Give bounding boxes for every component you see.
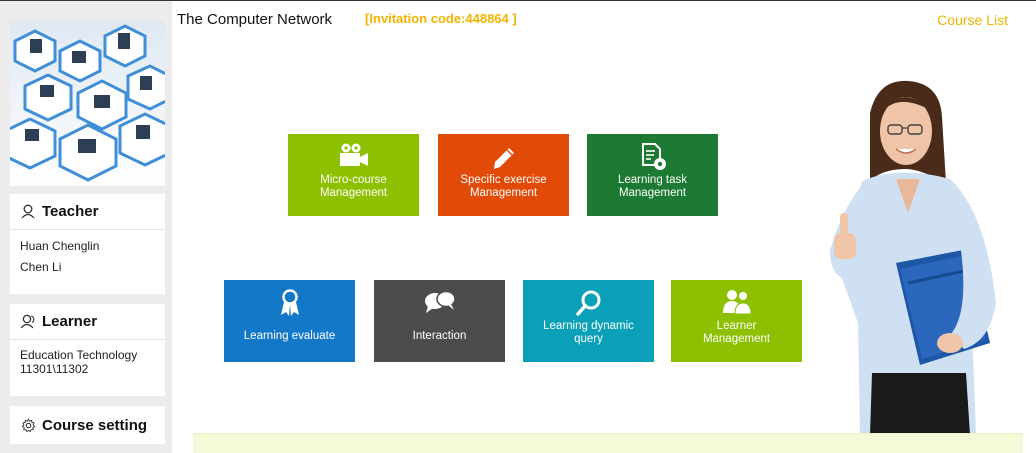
learning-task-management-tile[interactable]: Learning task Management <box>587 134 718 216</box>
tile-label: Management <box>469 187 538 199</box>
tile-label: Learning dynamic <box>543 320 634 332</box>
learner-class-codes: 11301\11302 <box>20 362 89 376</box>
learning-dynamic-query-tile[interactable]: Learning dynamic query <box>523 280 654 362</box>
tile-label: Specific exercise <box>460 174 547 186</box>
ribbon-icon <box>279 286 301 320</box>
invitation-code: [Invitation code:448864 ] <box>365 11 517 26</box>
learner-class: Education Technology <box>20 348 138 362</box>
video-camera-icon <box>337 140 371 174</box>
learner-management-tile[interactable]: Learner Management <box>671 280 802 362</box>
tile-label: Learner <box>716 320 757 332</box>
learner-panel-header: Learner <box>10 304 165 340</box>
teacher-title: Teacher <box>42 203 99 220</box>
learner-title: Learner <box>42 313 98 330</box>
teacher-name: Huan Chenglin <box>20 239 100 253</box>
chat-bubbles-icon <box>422 286 458 320</box>
person-icon <box>20 204 36 220</box>
sidebar: Teacher Huan Chenglin Chen Li Learner Ed… <box>0 1 172 453</box>
tile-label: Learning task <box>617 174 688 186</box>
magnifier-icon <box>574 286 604 320</box>
course-setting-button[interactable]: Course setting <box>10 406 165 444</box>
tile-label: Micro-course <box>320 174 387 186</box>
interaction-tile[interactable]: Interaction <box>374 280 505 362</box>
document-icon <box>637 140 669 174</box>
learner-panel: Learner Education Technology 11301\11302 <box>10 304 165 396</box>
people-icon <box>720 286 754 320</box>
learning-evaluate-tile[interactable]: Learning evaluate <box>224 280 355 362</box>
tile-label: Management <box>618 187 687 199</box>
pencil-icon <box>489 140 519 174</box>
teacher-panel-header: Teacher <box>10 194 165 230</box>
teacher-illustration <box>800 73 1020 435</box>
gear-icon <box>20 417 36 433</box>
course-cover-image <box>10 21 165 186</box>
specific-exercise-management-tile[interactable]: Specific exercise Management <box>438 134 569 216</box>
tile-label: Learning evaluate <box>243 330 336 342</box>
teacher-panel: Teacher Huan Chenglin Chen Li <box>10 194 165 294</box>
tile-label: Management <box>319 187 388 199</box>
app-window: Teacher Huan Chenglin Chen Li Learner Ed… <box>0 0 1036 453</box>
course-list-link[interactable]: Course List <box>937 12 1008 28</box>
teacher-name: Chen Li <box>20 260 62 274</box>
footer-bar <box>193 433 1023 453</box>
course-title: The Computer Network <box>177 11 333 28</box>
tile-label: Interaction <box>412 330 467 342</box>
tile-label: Management <box>702 333 771 345</box>
course-setting-label: Course setting <box>42 416 148 434</box>
tile-label: query <box>574 333 603 345</box>
micro-course-management-tile[interactable]: Micro-course Management <box>288 134 419 216</box>
header-bar: The Computer Network [Invitation code:44… <box>172 1 1036 53</box>
group-icon <box>20 314 36 330</box>
